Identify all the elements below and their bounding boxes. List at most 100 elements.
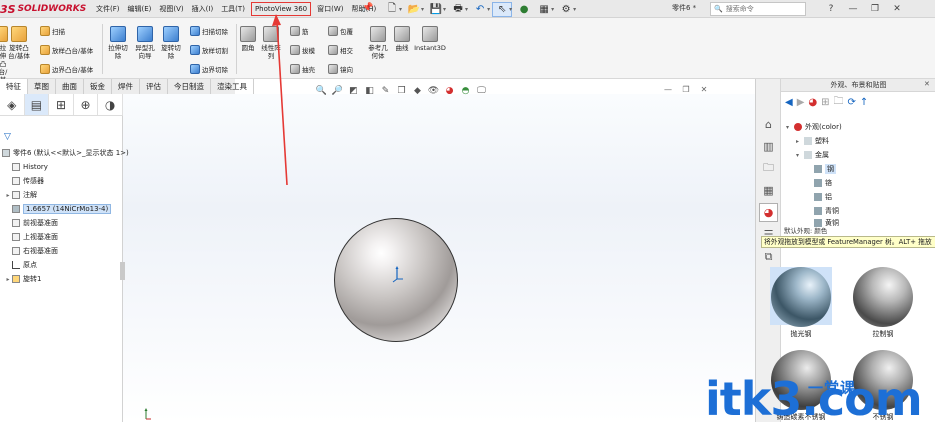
search-input[interactable] — [725, 5, 788, 13]
chevron-down-icon[interactable]: ▾ — [573, 6, 576, 13]
boundary-cut-button[interactable]: 边界切除 — [190, 64, 228, 74]
filter-icon[interactable]: ▽ — [4, 132, 11, 142]
zoom-to-fit-icon[interactable]: 🔍 — [315, 85, 328, 98]
menu-view[interactable]: 视图(V) — [155, 0, 187, 18]
appearance-tree-item[interactable]: 黄铜 — [806, 218, 839, 227]
traffic-light-icon[interactable]: ● — [514, 2, 534, 17]
curves-button[interactable]: 曲线 — [392, 26, 412, 52]
apply-scene-icon[interactable]: ◓ — [459, 85, 472, 98]
back-icon[interactable]: ◀ — [785, 97, 793, 108]
viewport-close-icon[interactable]: ✕ — [698, 84, 710, 95]
solidworks-logo[interactable]: 3S SOLIDWORKS — [0, 2, 86, 16]
display-manager-tab-icon[interactable]: ◑ — [98, 94, 123, 115]
restore-icon[interactable]: ❐ — [864, 0, 886, 18]
tree-root[interactable]: 零件6 (默认<<默认>_显示状态 1>) — [2, 147, 129, 159]
revolve-cut-button[interactable]: 旋转切除 — [159, 26, 183, 60]
menu-insert[interactable]: 插入(I) — [188, 0, 218, 18]
tab-sketch[interactable]: 草图 — [28, 79, 56, 94]
tree-item[interactable]: 前视基准面 — [4, 217, 58, 229]
task-pane-close-icon[interactable]: ✕ — [924, 80, 930, 88]
property-manager-tab-icon[interactable]: ▤ — [24, 94, 50, 115]
extrude-cut-button[interactable]: 拉伸切除 — [106, 26, 130, 60]
minimize-icon[interactable]: — — [842, 0, 864, 18]
appearance-tree-item[interactable]: 铬 — [806, 177, 832, 189]
menu-window[interactable]: 窗口(W) — [313, 0, 347, 18]
tab-sheet-metal[interactable]: 钣金 — [84, 79, 112, 94]
pin-icon[interactable]: 📌 — [362, 3, 373, 13]
hide-show-icon[interactable]: 👁 — [427, 85, 440, 98]
appearance-tree-root[interactable]: ▾ 外观(color) — [786, 121, 842, 133]
tab-render-tools[interactable]: 渲染工具 — [211, 79, 254, 94]
view-settings-icon[interactable]: 🖵 — [475, 85, 488, 98]
tree-item[interactable]: 上视基准面 — [4, 231, 58, 243]
tree-item[interactable]: ▸ 注解 — [4, 189, 37, 201]
appearance-tree-item[interactable]: ▾ 金属 — [796, 149, 829, 161]
folder-icon[interactable]: 🗀 — [834, 94, 844, 111]
boundary-boss-button[interactable]: 边界凸台/基体 — [40, 64, 93, 74]
tree-item[interactable]: 传感器 — [4, 175, 44, 187]
viewport-restore-icon[interactable]: ❐ — [680, 84, 692, 95]
design-library-icon[interactable]: ▥ — [759, 137, 778, 156]
lofted-cut-button[interactable]: 放样切割 — [190, 45, 228, 55]
collapse-icon[interactable]: ▾ — [796, 152, 804, 159]
appearance-tree-item[interactable]: ▸ 塑料 — [796, 135, 829, 147]
appearance-tree-item[interactable]: 铝 — [806, 191, 832, 203]
menu-file[interactable]: 文件(F) — [92, 0, 124, 18]
display-style-icon[interactable]: ◆ — [411, 85, 424, 98]
home-icon[interactable]: ⌂ — [759, 115, 778, 134]
help-icon[interactable]: ? — [820, 0, 842, 18]
appearances-icon[interactable]: ◕ — [759, 203, 778, 222]
close-icon[interactable]: ✕ — [886, 0, 908, 18]
edit-appearance-icon[interactable]: ◕ — [443, 85, 456, 98]
appearance-thumb-polished-steel[interactable] — [771, 267, 831, 327]
view-orientation-icon[interactable]: ❒ — [395, 85, 408, 98]
chevron-down-icon[interactable]: ▾ — [465, 6, 468, 13]
search-box[interactable]: 🔍 — [710, 2, 806, 16]
tab-features[interactable]: 特征 — [0, 79, 28, 94]
appearance-thumb-brushed-steel[interactable] — [853, 267, 913, 327]
expand-icon[interactable]: ▸ — [4, 192, 12, 199]
sweep-button[interactable]: 扫描 — [40, 26, 65, 36]
tree-item[interactable]: 右视基准面 — [4, 245, 58, 257]
expand-icon[interactable]: ▸ — [796, 138, 804, 145]
tab-surfaces[interactable]: 曲面 — [56, 79, 84, 94]
expand-icon[interactable]: ▸ — [4, 276, 12, 283]
chevron-down-icon[interactable]: ▾ — [487, 6, 490, 13]
chevron-down-icon[interactable]: ▾ — [421, 6, 424, 13]
fillet-button[interactable]: 圆角 — [238, 26, 258, 52]
zoom-area-icon[interactable]: 🔎 — [331, 85, 344, 98]
hole-wizard-button[interactable]: 异型孔向导 — [133, 26, 157, 60]
dynamic-annotation-icon[interactable]: ✎ — [379, 85, 392, 98]
tree-item[interactable]: 原点 — [4, 259, 37, 271]
solidworks-forum-icon[interactable]: ⧉ — [759, 247, 778, 266]
chevron-down-icon[interactable]: ▾ — [443, 6, 446, 13]
refresh-icon[interactable]: ⟳ — [848, 97, 856, 108]
collapse-icon[interactable]: ▾ — [786, 124, 794, 131]
loft-boss-button[interactable]: 放样凸台/基体 — [40, 45, 93, 55]
tab-make-today[interactable]: 今日制造 — [168, 79, 211, 94]
tree-item[interactable]: History — [4, 161, 48, 173]
instant3d-button[interactable]: Instant3D — [414, 26, 446, 52]
mirror-button[interactable]: 镜向 — [328, 64, 353, 74]
tab-evaluate[interactable]: 评估 — [140, 79, 168, 94]
tree-item[interactable]: ▸ 旋转1 — [4, 273, 41, 285]
swept-cut-button[interactable]: 扫描切除 — [190, 26, 228, 36]
revolve-boss-button[interactable]: 旋转凸台/基体 — [8, 26, 30, 60]
appearance-tree-item[interactable]: 青铜 — [806, 205, 839, 217]
pane-splitter-handle[interactable] — [120, 262, 125, 280]
feature-manager-tab-icon[interactable]: ◈ — [0, 94, 25, 115]
section-view-icon[interactable]: ◧ — [363, 85, 376, 98]
wrap-button[interactable]: 包覆 — [328, 26, 353, 36]
viewport-minimize-icon[interactable]: — — [662, 84, 674, 95]
dimxpert-tab-icon[interactable]: ⊕ — [74, 94, 99, 115]
reference-geometry-button[interactable]: 参考几何体 — [366, 26, 390, 60]
add-folder-icon[interactable]: ⊞ — [821, 97, 829, 108]
previous-view-icon[interactable]: ◩ — [347, 85, 360, 98]
forward-icon[interactable]: ▶ — [797, 97, 805, 108]
chevron-down-icon[interactable]: ▾ — [399, 6, 402, 13]
chevron-down-icon[interactable]: ▾ — [551, 6, 554, 13]
chevron-down-icon[interactable]: ▾ — [509, 6, 512, 13]
view-palette-icon[interactable]: ▦ — [759, 181, 778, 200]
configuration-manager-tab-icon[interactable]: ⊞ — [49, 94, 74, 115]
intersect-button[interactable]: 相交 — [328, 45, 353, 55]
